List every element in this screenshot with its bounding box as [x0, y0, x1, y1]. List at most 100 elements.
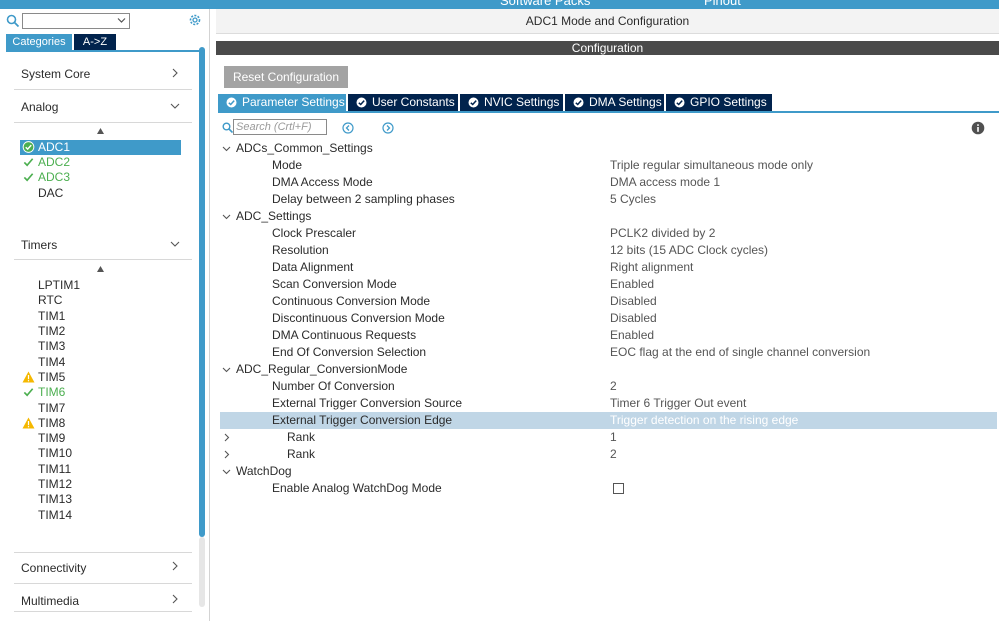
- param-row-mode[interactable]: Mode Triple regular simultaneous mode onl…: [220, 157, 997, 174]
- sort-up-icon[interactable]: [97, 128, 104, 134]
- param-row-data-alignment[interactable]: Data Alignment Right alignment: [220, 259, 997, 276]
- param-row-clock-prescaler[interactable]: Clock Prescaler PCLK2 divided by 2: [220, 225, 997, 242]
- param-row-delay[interactable]: Delay between 2 sampling phases 5 Cycles: [220, 191, 997, 208]
- category-system-core[interactable]: System Core: [21, 67, 90, 81]
- chevron-down-icon[interactable]: [170, 101, 180, 111]
- category-search-combo[interactable]: [22, 13, 130, 29]
- peripheral-tim9[interactable]: TIM9: [38, 431, 65, 446]
- group-adc-settings[interactable]: ADC_Settings: [220, 208, 997, 225]
- peripheral-tim8[interactable]: TIM8: [38, 416, 65, 431]
- peripheral-tim4[interactable]: TIM4: [38, 355, 65, 370]
- tab-user-constants[interactable]: User Constants: [348, 94, 458, 111]
- category-multimedia[interactable]: Multimedia: [21, 594, 79, 608]
- param-value[interactable]: PCLK2 divided by 2: [610, 225, 715, 242]
- peripheral-adc2[interactable]: ADC2: [38, 155, 70, 170]
- param-row-eoc-selection[interactable]: End Of Conversion Selection EOC flag at t…: [220, 344, 997, 361]
- param-row-rank-2[interactable]: Rank 2: [220, 446, 997, 463]
- tab-categories[interactable]: Categories: [6, 34, 72, 50]
- peripheral-dac[interactable]: DAC: [38, 186, 63, 201]
- group-adc-regular-conversion-mode[interactable]: ADC_Regular_ConversionMode: [220, 361, 997, 378]
- param-value[interactable]: Timer 6 Trigger Out event: [610, 395, 746, 412]
- param-row-resolution[interactable]: Resolution 12 bits (15 ADC Clock cycles): [220, 242, 997, 259]
- info-icon[interactable]: [971, 121, 985, 135]
- chevron-down-icon[interactable]: [222, 365, 231, 374]
- peripheral-rtc[interactable]: RTC: [38, 293, 62, 308]
- param-value[interactable]: Enabled: [610, 327, 654, 344]
- tab-nvic-settings[interactable]: NVIC Settings: [460, 94, 563, 111]
- chevron-right-icon[interactable]: [222, 450, 231, 459]
- divider: [14, 552, 192, 553]
- param-row-number-of-conversion[interactable]: Number Of Conversion 2: [220, 378, 997, 395]
- peripheral-tim5[interactable]: TIM5: [38, 370, 65, 385]
- chevron-right-icon[interactable]: [222, 433, 231, 442]
- scrollbar-track[interactable]: [199, 537, 205, 607]
- chevron-down-icon[interactable]: [117, 17, 126, 24]
- param-value[interactable]: Triple regular simultaneous mode only: [610, 157, 813, 174]
- search-icon[interactable]: [222, 122, 233, 133]
- param-row-dma-access-mode[interactable]: DMA Access Mode DMA access mode 1: [220, 174, 997, 191]
- param-value[interactable]: Trigger detection on the rising edge: [610, 412, 798, 429]
- param-value[interactable]: Enabled: [610, 276, 654, 293]
- chevron-down-icon[interactable]: [170, 239, 180, 249]
- group-adcs-common-settings[interactable]: ADCs_Common_Settings: [220, 140, 997, 157]
- tab-a-to-z[interactable]: A->Z: [74, 34, 116, 50]
- param-row-ext-trigger-edge[interactable]: External Trigger Conversion Edge Trigger …: [220, 412, 997, 429]
- chevron-right-icon[interactable]: [170, 594, 180, 604]
- group-watchdog[interactable]: WatchDog: [220, 463, 997, 480]
- peripheral-tim12[interactable]: TIM12: [38, 477, 72, 492]
- category-timers[interactable]: Timers: [21, 238, 57, 252]
- param-value[interactable]: 2: [610, 378, 617, 395]
- peripheral-tim10[interactable]: TIM10: [38, 446, 72, 461]
- tab-software-packs[interactable]: Software Packs: [500, 0, 590, 8]
- chevron-right-icon[interactable]: [170, 561, 180, 571]
- param-value[interactable]: Disabled: [610, 310, 657, 327]
- param-row-analog-watchdog[interactable]: Enable Analog WatchDog Mode: [220, 480, 997, 497]
- next-result-icon[interactable]: [382, 122, 394, 134]
- chevron-down-icon[interactable]: [222, 212, 231, 221]
- previous-result-icon[interactable]: [342, 122, 354, 134]
- scrollbar-thumb[interactable]: [199, 47, 205, 537]
- check-icon: [23, 158, 34, 167]
- param-value[interactable]: DMA access mode 1: [610, 174, 720, 191]
- peripheral-lptim1[interactable]: LPTIM1: [38, 278, 80, 293]
- search-icon[interactable]: [6, 14, 20, 28]
- param-value[interactable]: Disabled: [610, 293, 657, 310]
- configuration-title: Configuration: [216, 41, 999, 55]
- peripheral-tim6[interactable]: TIM6: [38, 385, 65, 400]
- param-value[interactable]: EOC flag at the end of single channel co…: [610, 344, 870, 361]
- peripheral-tim2[interactable]: TIM2: [38, 324, 65, 339]
- tab-parameter-settings[interactable]: Parameter Settings: [218, 94, 346, 111]
- param-value[interactable]: 12 bits (15 ADC Clock cycles): [610, 242, 768, 259]
- param-value[interactable]: 5 Cycles: [610, 191, 656, 208]
- tab-pinout[interactable]: Pinout: [704, 0, 741, 8]
- tab-gpio-settings[interactable]: GPIO Settings: [666, 94, 772, 111]
- param-row-continuous-conversion[interactable]: Continuous Conversion Mode Disabled: [220, 293, 997, 310]
- chevron-right-icon[interactable]: [170, 68, 180, 78]
- param-row-discontinuous-conversion[interactable]: Discontinuous Conversion Mode Disabled: [220, 310, 997, 327]
- chevron-down-icon[interactable]: [222, 467, 231, 476]
- peripheral-adc3[interactable]: ADC3: [38, 170, 70, 185]
- chevron-down-icon[interactable]: [222, 144, 231, 153]
- param-value[interactable]: 1: [610, 429, 617, 446]
- param-row-ext-trigger-source[interactable]: External Trigger Conversion Source Timer …: [220, 395, 997, 412]
- peripheral-tim11[interactable]: TIM11: [38, 462, 71, 477]
- category-connectivity[interactable]: Connectivity: [21, 561, 86, 575]
- category-analog[interactable]: Analog: [21, 100, 58, 114]
- peripheral-tim14[interactable]: TIM14: [38, 508, 72, 523]
- sort-up-icon[interactable]: [97, 266, 104, 272]
- peripheral-tim3[interactable]: TIM3: [38, 339, 65, 354]
- tab-dma-settings[interactable]: DMA Settings: [565, 94, 664, 111]
- param-row-dma-continuous[interactable]: DMA Continuous Requests Enabled: [220, 327, 997, 344]
- param-row-scan-conversion[interactable]: Scan Conversion Mode Enabled: [220, 276, 997, 293]
- reset-configuration-button[interactable]: Reset Configuration: [224, 66, 348, 88]
- param-value[interactable]: Right alignment: [610, 259, 693, 276]
- param-value[interactable]: 2: [610, 446, 617, 463]
- param-row-rank-1[interactable]: Rank 1: [220, 429, 997, 446]
- watchdog-enable-checkbox[interactable]: [613, 483, 624, 494]
- peripheral-tim13[interactable]: TIM13: [38, 492, 72, 507]
- peripheral-tim1[interactable]: TIM1: [38, 309, 65, 324]
- peripheral-tim7[interactable]: TIM7: [38, 401, 65, 416]
- peripheral-adc1[interactable]: ADC1: [38, 140, 70, 155]
- parameter-search-input[interactable]: Search (Crtl+F): [233, 119, 327, 135]
- gear-icon[interactable]: [188, 13, 202, 27]
